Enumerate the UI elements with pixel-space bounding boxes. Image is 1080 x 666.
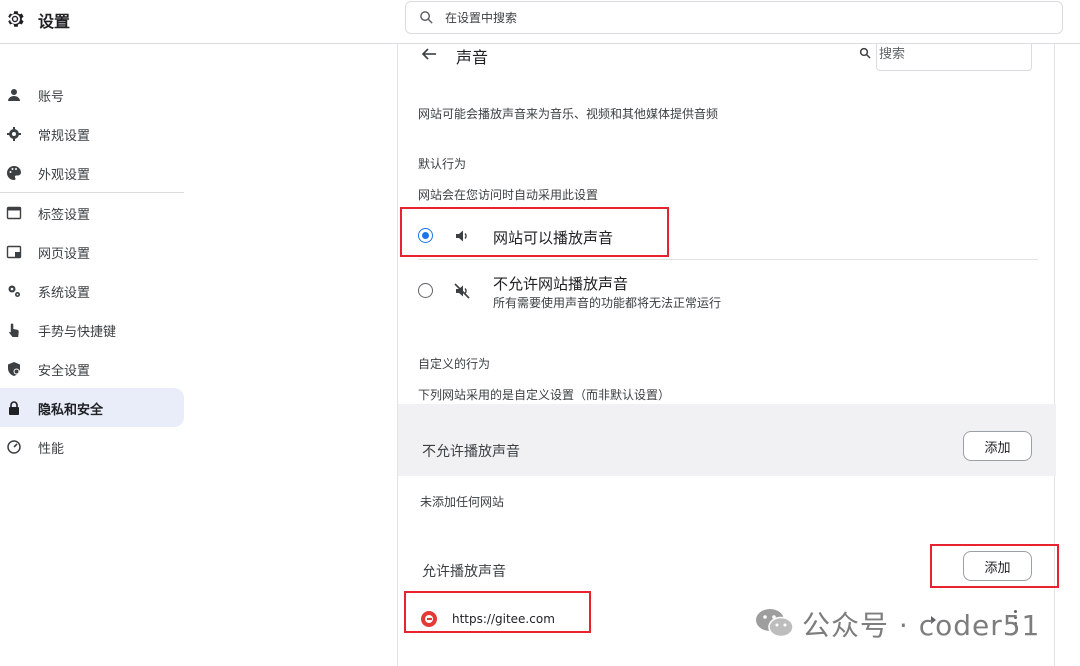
default-behavior-subheading: 网站会在您访问时自动采用此设置 <box>418 188 599 202</box>
settings-search-box[interactable] <box>405 1 1063 34</box>
speaker-muted-icon <box>454 283 470 299</box>
hand-icon <box>9 323 19 337</box>
app-title: 设置 <box>38 12 71 31</box>
sidebar-item-webpage[interactable]: 网页设置 <box>0 232 184 271</box>
sidebar-item-tabs[interactable]: 标签设置 <box>0 193 184 232</box>
tab-icon <box>6 206 22 220</box>
sidebar-item-label: 外观设置 <box>38 168 91 183</box>
system-icon <box>8 285 20 297</box>
sidebar-item-label: 隐私和安全 <box>38 403 104 418</box>
settings-search-input[interactable] <box>445 7 1045 29</box>
watermark-text: 公众号 · coder51 <box>802 609 1041 642</box>
page-title: 声音 <box>456 48 489 67</box>
search-icon <box>420 11 433 24</box>
option-allow-sound-label: 网站可以播放声音 <box>493 229 614 247</box>
speaker-icon <box>456 230 467 242</box>
sidebar-item-privacy[interactable]: 隐私和安全 <box>0 388 184 427</box>
palette-icon <box>7 166 21 180</box>
top-header: 设置 <box>0 0 1080 44</box>
sound-intro-text: 网站可能会播放声音来为音乐、视频和其他媒体提供音频 <box>418 107 719 121</box>
custom-behavior-subheading: 下列网站采用的是自定义设置（而非默认设置） <box>418 388 671 402</box>
sidebar-item-label: 标签设置 <box>38 208 91 223</box>
sidebar-item-label: 手势与快捷键 <box>38 325 117 340</box>
allowed-site-url: https://gitee.com <box>452 612 555 626</box>
option-allow-sound[interactable]: 网站可以播放声音 <box>398 216 1038 258</box>
person-icon <box>8 89 20 101</box>
sound-settings-card: 声音 网站可能会播放声音来为音乐、视频和其他媒体提供音频 默认行为 网站会在您访… <box>397 44 1056 666</box>
wechat-logo-icon <box>756 609 794 638</box>
radio-block-sound[interactable] <box>418 283 433 298</box>
watermark: 公众号 · coder51 <box>754 602 1054 642</box>
sound-search-box[interactable] <box>876 44 1032 71</box>
sidebar: 账号 常规设置 外观设置 标签设置 网页设置 系统设置 手势与快捷键 安全设置 … <box>0 75 184 466</box>
gitee-favicon-icon <box>421 611 437 627</box>
option-divider <box>418 259 1038 260</box>
option-block-sound-description: 所有需要使用声音的功能都将无法正常运行 <box>493 296 722 310</box>
option-block-sound-label: 不允许网站播放声音 <box>493 275 629 293</box>
block-sound-group-title: 不允许播放声音 <box>422 444 520 460</box>
block-sound-group-header: 不允许播放声音 添加 <box>398 404 1056 476</box>
sidebar-item-performance[interactable]: 性能 <box>0 427 184 466</box>
gauge-icon <box>7 440 21 454</box>
radio-allow-sound[interactable] <box>418 228 433 243</box>
settings-gear-icon <box>8 11 24 27</box>
custom-behavior-heading: 自定义的行为 <box>418 357 491 371</box>
default-behavior-heading: 默认行为 <box>418 157 467 171</box>
back-arrow-icon[interactable] <box>420 45 438 63</box>
search-icon <box>859 47 871 59</box>
option-block-sound[interactable]: 不允许网站播放声音 所有需要使用声音的功能都将无法正常运行 <box>398 266 1038 314</box>
sidebar-item-security-settings[interactable]: 安全设置 <box>0 349 184 388</box>
sidebar-item-appearance[interactable]: 外观设置 <box>0 153 184 192</box>
sound-search-input[interactable] <box>879 44 1029 64</box>
sidebar-item-label: 网页设置 <box>38 247 91 262</box>
sidebar-item-gestures[interactable]: 手势与快捷键 <box>0 310 184 349</box>
sidebar-item-system[interactable]: 系统设置 <box>0 271 184 310</box>
add-allowed-site-button[interactable]: 添加 <box>963 551 1032 581</box>
block-sound-empty-text: 未添加任何网站 <box>420 495 505 509</box>
sidebar-item-label: 性能 <box>38 442 65 457</box>
sidebar-item-label: 账号 <box>38 90 65 105</box>
sidebar-item-label: 安全设置 <box>38 364 91 379</box>
add-blocked-site-button[interactable]: 添加 <box>963 431 1032 461</box>
allow-sound-group-title: 允许播放声音 <box>422 564 506 580</box>
sidebar-item-label: 常规设置 <box>38 129 91 144</box>
sidebar-item-general[interactable]: 常规设置 <box>0 114 184 153</box>
webpage-icon <box>6 245 22 259</box>
sidebar-item-account[interactable]: 账号 <box>0 75 184 114</box>
shield-icon <box>8 362 20 376</box>
sidebar-item-label: 系统设置 <box>38 286 91 301</box>
gear-icon <box>7 127 21 141</box>
lock-icon <box>9 401 19 415</box>
